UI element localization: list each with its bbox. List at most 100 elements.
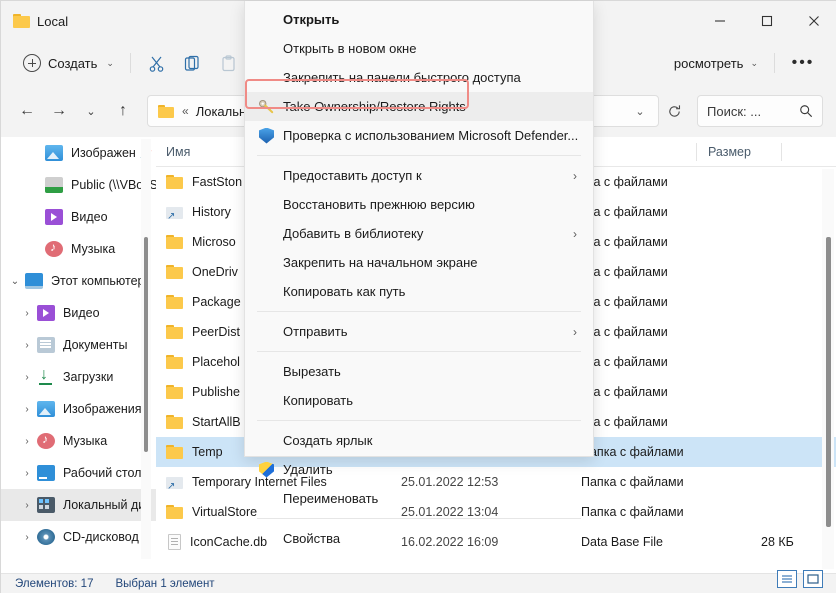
plus-icon bbox=[23, 54, 41, 72]
back-button[interactable]: ← bbox=[11, 95, 43, 127]
sidebar-item-10[interactable]: › Рабочий стол bbox=[1, 457, 156, 489]
navigation-pane: Изображен📌Public (\\VBoxS Видео Музыка ⌄ Это… bbox=[1, 137, 156, 573]
cut-button[interactable] bbox=[139, 48, 175, 78]
details-view-button[interactable] bbox=[777, 570, 797, 588]
menu-icon-slot bbox=[257, 461, 279, 479]
more-options-button[interactable]: ••• bbox=[783, 48, 823, 78]
address-dropdown-icon[interactable]: ⌄ bbox=[628, 98, 652, 124]
cell-type: Data Base File bbox=[581, 535, 663, 549]
cell-type: Папка с файлами bbox=[581, 505, 684, 519]
sidebar-item-1[interactable]: Public (\\VBoxS bbox=[1, 169, 156, 201]
chevron-right-icon[interactable]: › bbox=[17, 308, 37, 319]
menu-item-7[interactable]: Добавить в библиотеку › bbox=[245, 219, 593, 248]
sidebar-item-6[interactable]: › Документы bbox=[1, 329, 156, 361]
chevron-down-icon: ⌄ bbox=[750, 57, 758, 68]
sidebar-item-8[interactable]: › Изображения bbox=[1, 393, 156, 425]
folder-icon bbox=[166, 385, 183, 399]
view-button[interactable]: росмотреть ⌄ bbox=[666, 51, 766, 76]
forward-button[interactable]: → bbox=[43, 95, 75, 127]
cell-name: History bbox=[166, 205, 231, 222]
copy-button[interactable] bbox=[175, 48, 211, 78]
chevron-right-icon[interactable]: ⌄ bbox=[5, 276, 25, 287]
sidebar-item-0[interactable]: Изображен📌 bbox=[1, 137, 156, 169]
breadcrumb-overflow-icon[interactable]: « bbox=[182, 104, 189, 118]
sidebar-item-11[interactable]: › Локальный ди bbox=[1, 489, 156, 521]
menu-item-13[interactable]: Создать ярлык bbox=[245, 426, 593, 455]
sidebar-scrollbar-thumb[interactable] bbox=[144, 237, 148, 452]
sidebar-item-7[interactable]: › Загрузки bbox=[1, 361, 156, 393]
status-bar: Элементов: 17 Выбран 1 элемент bbox=[1, 573, 836, 593]
up-button[interactable]: ↑ bbox=[107, 95, 139, 127]
window-tab[interactable]: Local bbox=[1, 1, 80, 41]
menu-icon-slot bbox=[257, 225, 279, 243]
minimize-button[interactable] bbox=[696, 1, 743, 41]
column-divider-2[interactable] bbox=[696, 143, 697, 161]
view-mode-buttons bbox=[777, 570, 823, 588]
menu-item-label: Take Ownership/Restore Rights bbox=[283, 99, 466, 114]
menu-item-11[interactable]: Вырезать bbox=[245, 357, 593, 386]
sidebar-item-3[interactable]: Музыка bbox=[1, 233, 156, 265]
column-header-0[interactable]: Имя bbox=[166, 145, 190, 159]
search-input[interactable]: Поиск: ... bbox=[707, 104, 799, 119]
sidebar-item-label: Этот компьютер bbox=[51, 274, 145, 288]
close-button[interactable] bbox=[790, 1, 836, 41]
chevron-right-icon[interactable]: › bbox=[17, 404, 37, 415]
menu-separator bbox=[257, 420, 581, 421]
menu-item-6[interactable]: Восстановить прежнюю версию bbox=[245, 190, 593, 219]
chevron-right-icon[interactable]: › bbox=[17, 372, 37, 383]
file-name: PeerDist bbox=[192, 325, 240, 339]
navigation-tree: Изображен📌Public (\\VBoxS Видео Музыка ⌄ Это… bbox=[1, 137, 156, 553]
sidebar-item-4[interactable]: ⌄ Этот компьютер bbox=[1, 265, 156, 297]
menu-item-14[interactable]: Удалить bbox=[245, 455, 593, 484]
menu-icon-slot bbox=[257, 490, 279, 508]
cell-name: Placehol bbox=[166, 355, 240, 369]
selection-label: Выбран 1 элемент bbox=[115, 578, 215, 590]
refresh-button[interactable] bbox=[659, 96, 689, 126]
menu-item-8[interactable]: Закрепить на начальном экране bbox=[245, 248, 593, 277]
filelist-scrollbar-thumb[interactable] bbox=[826, 237, 831, 527]
chevron-right-icon[interactable]: › bbox=[17, 500, 37, 511]
chevron-right-icon[interactable]: › bbox=[17, 436, 37, 447]
sidebar-item-12[interactable]: › CD-дисковод ( bbox=[1, 521, 156, 553]
menu-item-12[interactable]: Копировать bbox=[245, 386, 593, 415]
pane-view-button[interactable] bbox=[803, 570, 823, 588]
menu-item-3[interactable]: Take Ownership/Restore Rights bbox=[245, 92, 593, 121]
sidebar-item-label: Документы bbox=[63, 338, 128, 352]
menu-item-10[interactable]: Отправить › bbox=[245, 317, 593, 346]
column-header-2[interactable]: Размер bbox=[708, 145, 751, 159]
maximize-button[interactable] bbox=[743, 1, 790, 41]
folder-icon bbox=[166, 355, 183, 369]
chevron-right-icon[interactable]: › bbox=[17, 532, 37, 543]
menu-separator bbox=[257, 518, 581, 519]
column-divider-3[interactable] bbox=[781, 143, 782, 161]
sidebar-item-5[interactable]: › Видео bbox=[1, 297, 156, 329]
folder-icon bbox=[166, 235, 183, 249]
sidebar-item-label: Видео bbox=[63, 306, 100, 320]
folder-icon bbox=[166, 295, 183, 309]
paste-button[interactable] bbox=[211, 48, 247, 78]
menu-item-4[interactable]: Проверка с использованием Microsoft Defe… bbox=[245, 121, 593, 150]
search-box[interactable]: Поиск: ... bbox=[697, 95, 823, 127]
menu-item-1[interactable]: Открыть в новом окне bbox=[245, 34, 593, 63]
menu-item-9[interactable]: Копировать как путь bbox=[245, 277, 593, 306]
folder-icon bbox=[166, 505, 183, 519]
ico-drv bbox=[37, 497, 55, 513]
menu-item-label: Предоставить доступ к bbox=[283, 168, 422, 183]
sidebar-item-9[interactable]: › Музыка bbox=[1, 425, 156, 457]
file-name: Microso bbox=[192, 235, 236, 249]
menu-item-15[interactable]: Переименовать bbox=[245, 484, 593, 513]
menu-item-5[interactable]: Предоставить доступ к › bbox=[245, 161, 593, 190]
menu-separator bbox=[257, 351, 581, 352]
menu-icon-slot bbox=[257, 98, 279, 116]
chevron-right-icon[interactable]: › bbox=[17, 468, 37, 479]
chevron-right-icon[interactable]: › bbox=[17, 340, 37, 351]
menu-item-16[interactable]: Свойства bbox=[245, 524, 593, 553]
sidebar-item-2[interactable]: Видео bbox=[1, 201, 156, 233]
toolbar-divider bbox=[129, 53, 131, 73]
file-name: Placehol bbox=[192, 355, 240, 369]
recent-locations-button[interactable]: ⌄ bbox=[75, 95, 107, 127]
window-title: Local bbox=[37, 13, 69, 29]
new-button[interactable]: Создать ⌄ bbox=[15, 49, 122, 77]
menu-item-2[interactable]: Закрепить на панели быстрого доступа bbox=[245, 63, 593, 92]
menu-item-0[interactable]: Открыть bbox=[245, 5, 593, 34]
